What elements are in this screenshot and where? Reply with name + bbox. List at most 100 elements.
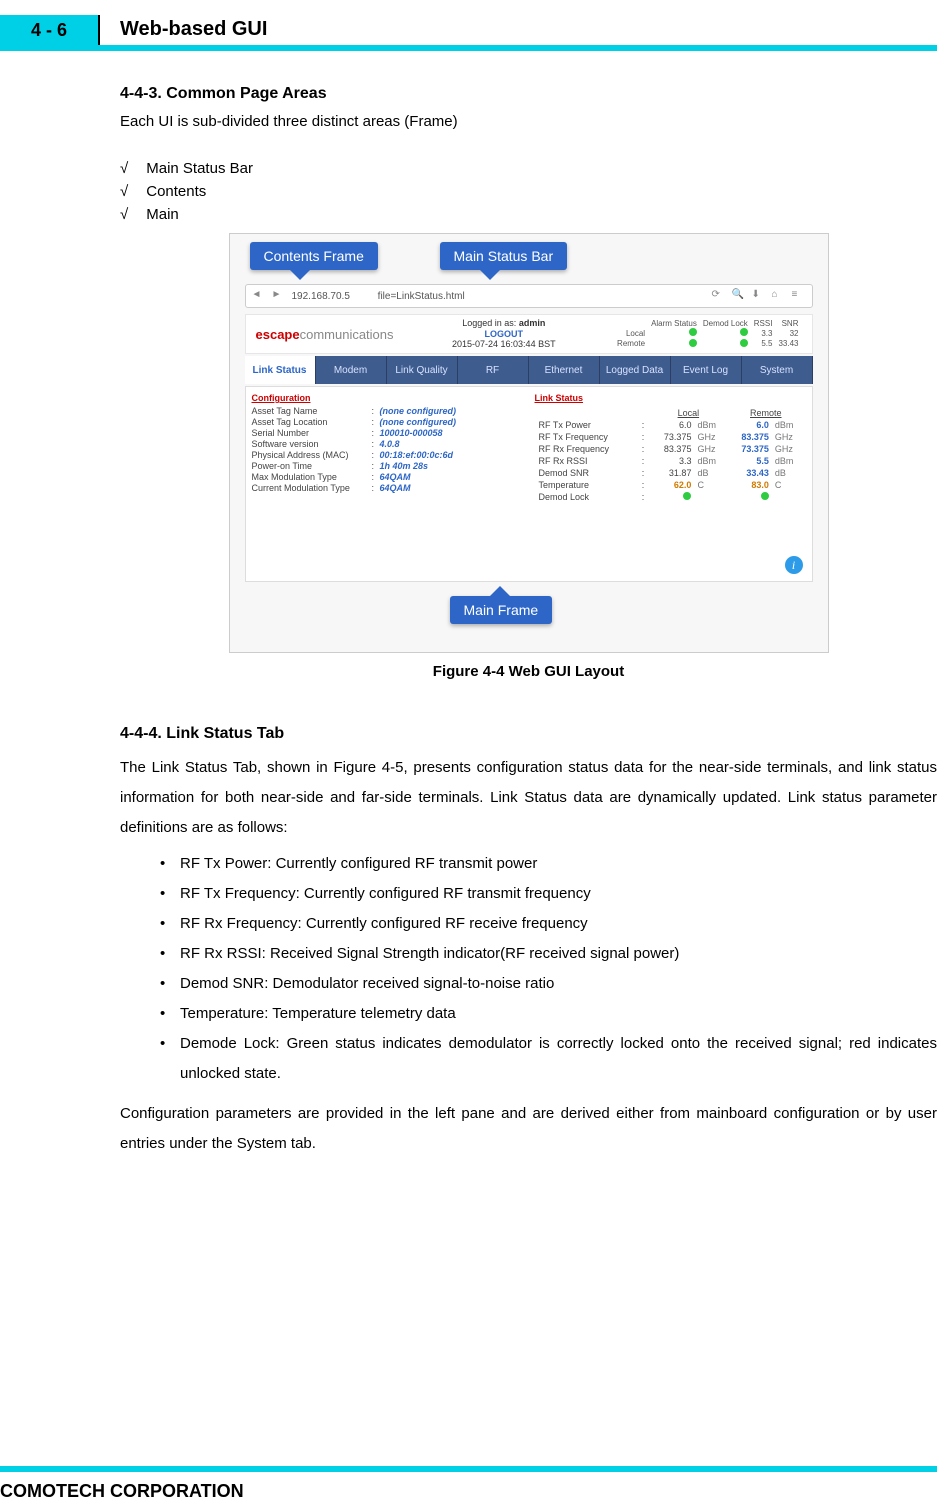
config-key: Physical Address (MAC) <box>252 450 372 460</box>
tab-event-log[interactable]: Event Log <box>671 356 742 384</box>
status-datetime: 2015-07-24 16:03:44 BST <box>452 339 556 350</box>
ls-param-label: RF Tx Frequency <box>537 432 638 442</box>
ls-local-value: 3.3 <box>651 456 694 466</box>
col-alarm-status: Alarm Status <box>648 319 700 329</box>
ls-param-label: RF Rx Frequency <box>537 444 638 454</box>
ls-local-unit: dB <box>695 468 726 478</box>
main-status-bar: escapecommunications Logged in as: admin… <box>245 314 813 354</box>
status-dot-icon <box>761 492 769 500</box>
config-key: Asset Tag Name <box>252 406 372 416</box>
tab-link-quality[interactable]: Link Quality <box>387 356 458 384</box>
home-icon[interactable]: ⌂ <box>772 289 786 303</box>
menu-icon[interactable]: ≡ <box>792 289 806 303</box>
param-bullet: RF Tx Power: Currently configured RF tra… <box>160 849 937 879</box>
tab-link-status[interactable]: Link Status <box>245 356 316 384</box>
forward-icon[interactable]: ► <box>272 289 286 303</box>
login-info: Logged in as: admin LOGOUT 2015-07-24 16… <box>452 318 556 350</box>
col-demod-lock: Demod Lock <box>700 319 751 329</box>
config-key: Current Modulation Type <box>252 483 372 493</box>
config-row: Physical Address (MAC):00:18:ef:00:0c:6d <box>252 450 523 460</box>
frame-list-item: √ Main Status Bar <box>120 160 937 177</box>
ls-remote-value: 33.43 <box>728 468 771 478</box>
search-icon[interactable]: 🔍 <box>732 289 746 303</box>
link-status-param-list: RF Tx Power: Currently configured RF tra… <box>160 849 937 1089</box>
check-icon: √ <box>120 160 128 177</box>
status-dot-icon <box>683 492 691 500</box>
address-input[interactable] <box>292 291 706 302</box>
section-443-heading: 4-4-3. Common Page Areas <box>120 85 937 103</box>
ls-local-value: 73.375 <box>651 432 694 442</box>
config-row: Current Modulation Type:64QAM <box>252 483 523 493</box>
main-frame: Configuration Asset Tag Name:(none confi… <box>245 386 813 582</box>
section-444-paragraph-1: The Link Status Tab, shown in Figure 4-5… <box>120 753 937 843</box>
config-key: Max Modulation Type <box>252 472 372 482</box>
config-key: Asset Tag Location <box>252 417 372 427</box>
col-remote: Remote <box>728 408 803 418</box>
ls-remote-unit: GHz <box>773 444 804 454</box>
reload-icon[interactable]: ⟳ <box>712 289 726 303</box>
config-key: Software version <box>252 439 372 449</box>
link-status-row: RF Tx Frequency:73.375GHz83.375GHz <box>537 432 804 442</box>
param-bullet: Temperature: Temperature telemetry data <box>160 999 937 1029</box>
header-rule <box>0 45 937 51</box>
frame-list-item: √Contents <box>120 183 937 200</box>
web-gui-screenshot: Contents Frame Main Status Bar ◄ ► ⟳ 🔍 ⬇… <box>229 233 829 653</box>
config-value: (none configured) <box>380 406 457 416</box>
frame-list-label: Main Status Bar <box>146 160 253 177</box>
mini-status-table: Alarm Status Demod Lock RSSI SNR Local 3… <box>614 319 801 350</box>
status-dot-icon <box>740 339 748 347</box>
ls-local-unit: GHz <box>695 444 726 454</box>
ls-remote-value: 83.0 <box>728 480 771 490</box>
ls-param-label: Demod SNR <box>537 468 638 478</box>
brand-logo: escapecommunications <box>256 327 394 342</box>
tab-rf[interactable]: RF <box>458 356 529 384</box>
ls-local-unit <box>695 492 726 502</box>
ls-remote-unit: dBm <box>773 456 804 466</box>
col-snr: SNR <box>775 319 801 329</box>
page-title: Web-based GUI <box>120 18 267 41</box>
page: 4 - 6 Web-based GUI 4-4-3. Common Page A… <box>0 0 937 1512</box>
check-icon: √ <box>120 183 128 200</box>
page-content: 4-4-3. Common Page Areas Each UI is sub-… <box>120 85 937 1165</box>
ls-remote-unit: GHz <box>773 432 804 442</box>
check-icon: √ <box>120 206 128 223</box>
config-row: Serial Number:100010-000058 <box>252 428 523 438</box>
config-row: Software version:4.0.8 <box>252 439 523 449</box>
tab-system[interactable]: System <box>742 356 813 384</box>
config-value: 1h 40m 28s <box>380 461 429 471</box>
ls-remote-unit: dB <box>773 468 804 478</box>
download-icon[interactable]: ⬇ <box>752 289 766 303</box>
ls-remote-value: 6.0 <box>728 420 771 430</box>
ls-param-label: RF Rx RSSI <box>537 456 638 466</box>
config-value: (none configured) <box>380 417 457 427</box>
row-local-label: Local <box>614 328 648 339</box>
remote-snr: 33.43 <box>775 339 801 350</box>
brand-escape: escape <box>256 327 300 342</box>
link-status-title: Link Status <box>535 393 806 403</box>
logged-in-user: admin <box>519 318 546 328</box>
config-value: 64QAM <box>380 483 411 493</box>
link-status-row: RF Rx RSSI:3.3dBm5.5dBm <box>537 456 804 466</box>
status-dot-icon <box>689 328 697 336</box>
configuration-title: Configuration <box>252 393 523 403</box>
info-icon[interactable]: i <box>785 556 803 574</box>
status-dot-icon <box>689 339 697 347</box>
tab-logged-data[interactable]: Logged Data <box>600 356 671 384</box>
tab-ethernet[interactable]: Ethernet <box>529 356 600 384</box>
param-bullet: Demode Lock: Green status indicates demo… <box>160 1029 937 1089</box>
col-local: Local <box>651 408 726 418</box>
ls-local-value: 6.0 <box>651 420 694 430</box>
link-status-pane: Link Status LocalRemoteRF Tx Power:6.0dB… <box>529 387 812 581</box>
ls-param-label: Temperature <box>537 480 638 490</box>
section-443-intro: Each UI is sub-divided three distinct ar… <box>120 113 937 130</box>
link-status-row: Temperature:62.0C83.0C <box>537 480 804 490</box>
configuration-pane: Configuration Asset Tag Name:(none confi… <box>246 387 529 581</box>
back-icon[interactable]: ◄ <box>252 289 266 303</box>
ls-remote-unit: C <box>773 480 804 490</box>
col-rssi: RSSI <box>751 319 776 329</box>
logout-link[interactable]: LOGOUT <box>452 329 556 340</box>
config-key: Power-on Time <box>252 461 372 471</box>
section-444-paragraph-2: Configuration parameters are provided in… <box>120 1099 937 1159</box>
tab-bar: Link Status Modem Link Quality RF Ethern… <box>245 356 813 384</box>
tab-modem[interactable]: Modem <box>316 356 387 384</box>
